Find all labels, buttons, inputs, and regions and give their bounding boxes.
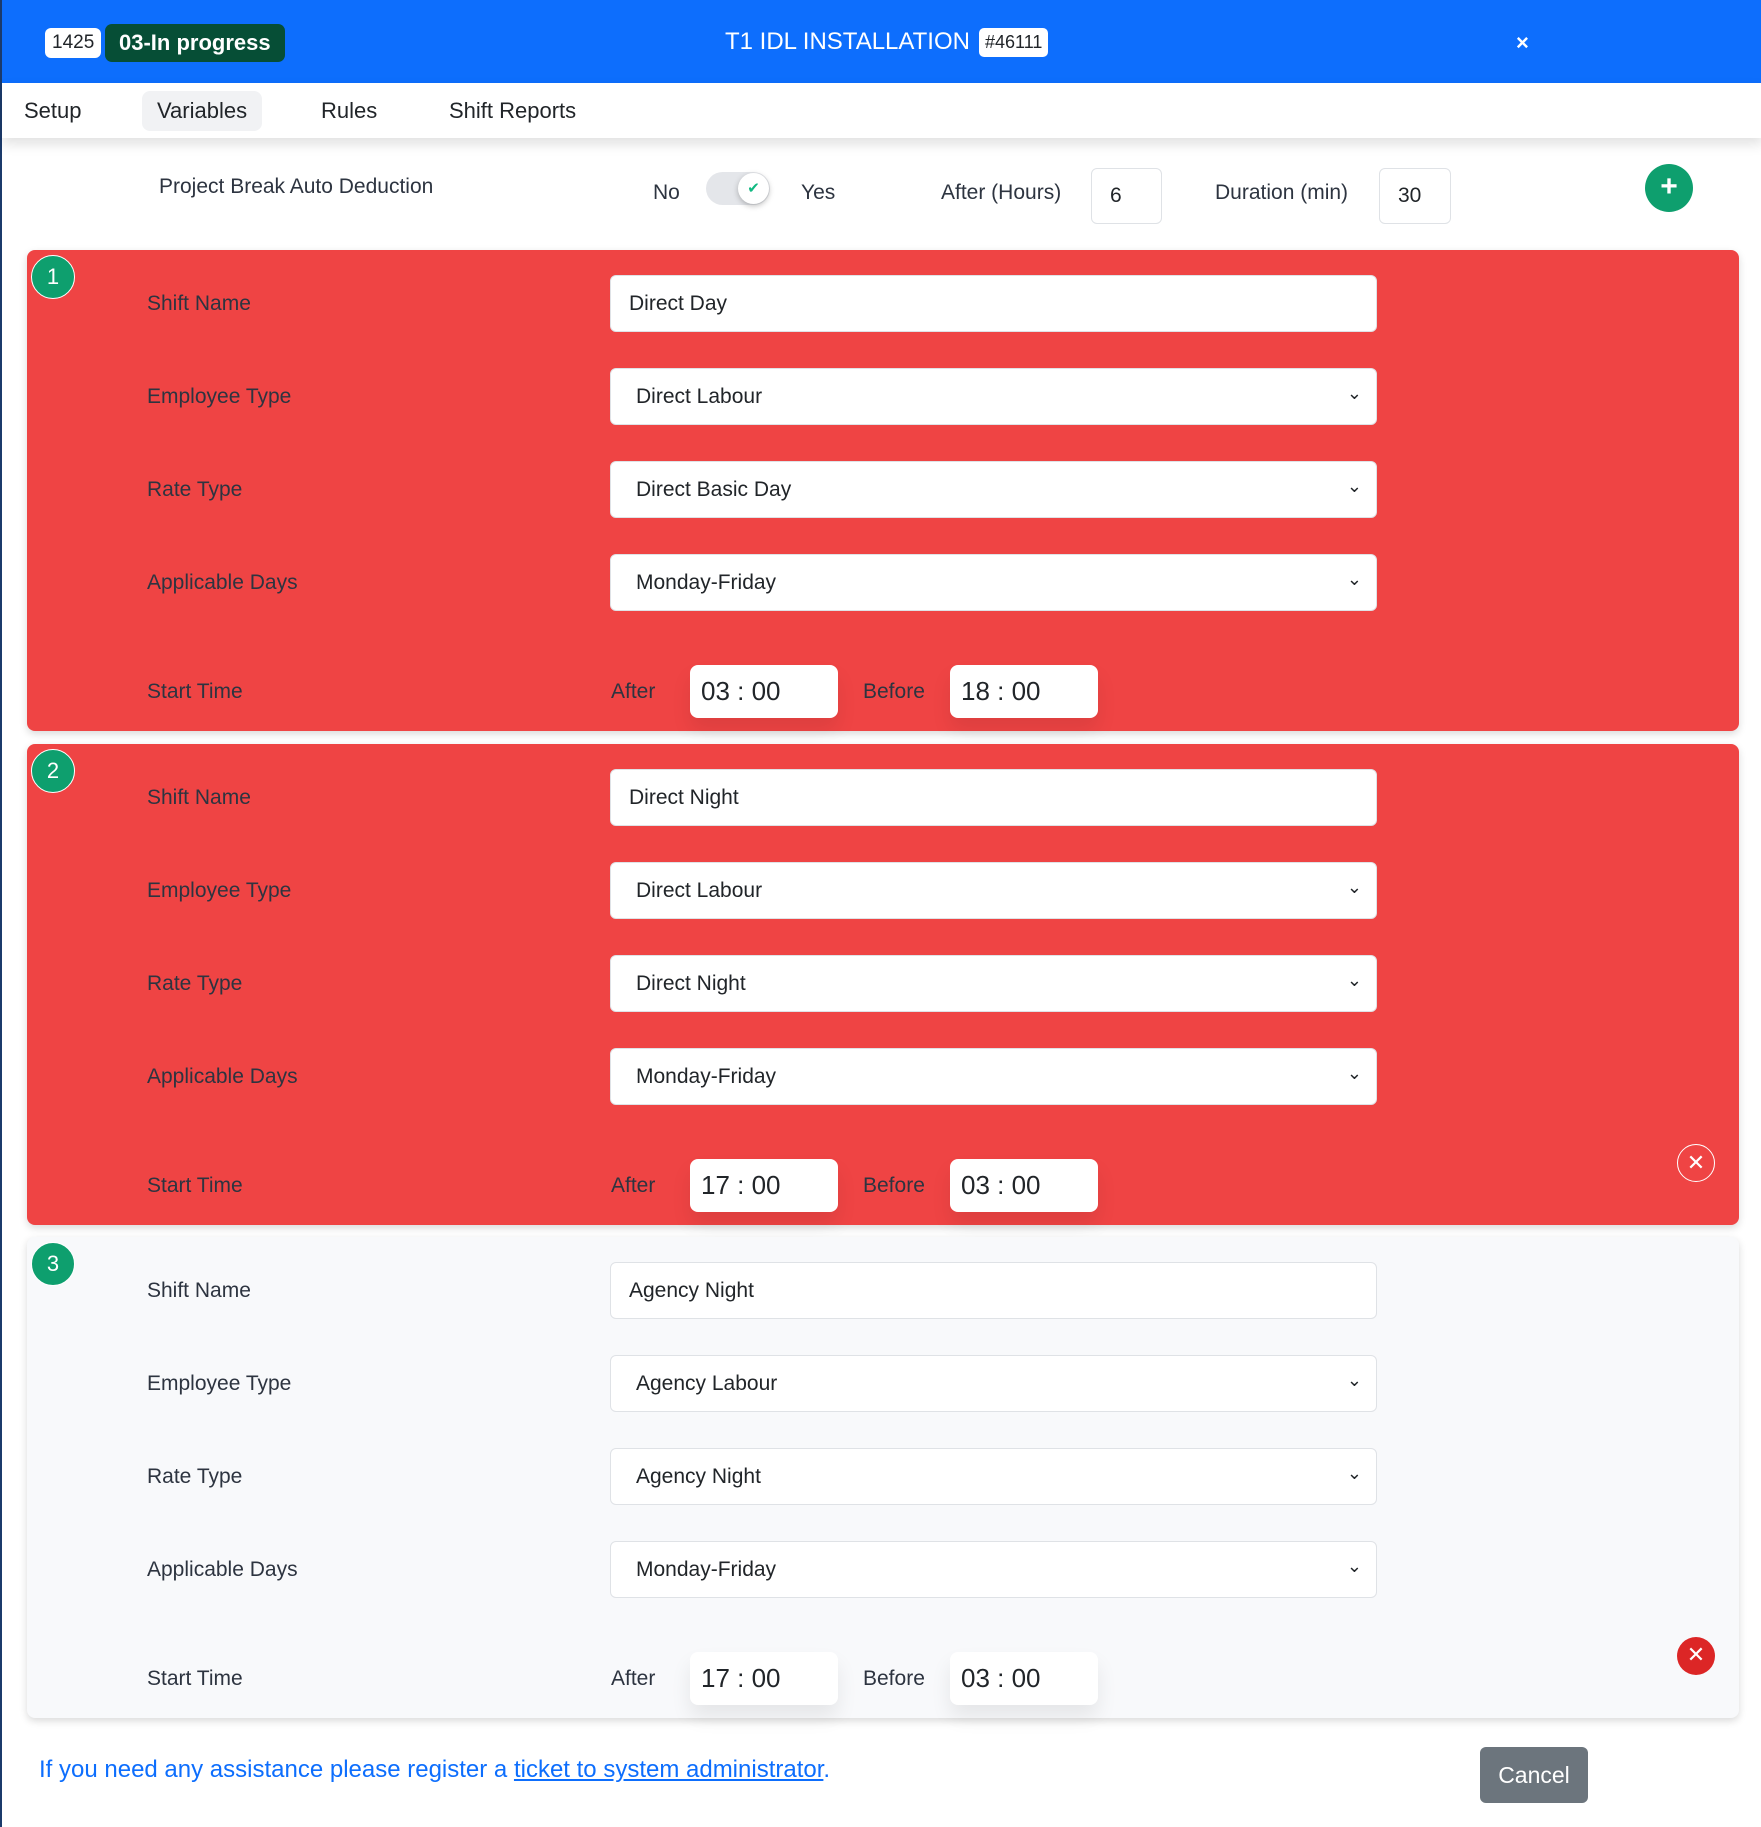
ticket-link[interactable]: ticket to system administrator xyxy=(514,1756,823,1783)
start-time-label: Start Time xyxy=(147,680,243,703)
header: 1425 03-In progress T1 IDL INSTALLATION … xyxy=(2,0,1761,83)
chevron-down-icon: ⌄ xyxy=(1346,569,1362,589)
selected-value: Monday-Friday xyxy=(636,1557,777,1581)
applicable-days-select[interactable]: Monday-Friday ⌄ xyxy=(610,1541,1377,1598)
shift-card: 1 Shift Name Direct Day Employee Type Di… xyxy=(27,250,1739,731)
page-title: T1 IDL INSTALLATION xyxy=(725,28,970,55)
selected-value: Agency Night xyxy=(636,1464,761,1488)
shift-number-badge: 1 xyxy=(31,255,75,299)
job-id-badge: 1425 xyxy=(45,28,102,58)
duration-input[interactable]: 30 xyxy=(1379,168,1451,224)
break-toggle[interactable]: ✔ xyxy=(706,172,770,205)
rate-type-select[interactable]: Direct Night ⌄ xyxy=(610,955,1377,1012)
after-time-input[interactable]: 03 : 00 xyxy=(690,665,838,718)
break-label: Project Break Auto Deduction xyxy=(159,175,434,198)
selected-value: Agency Labour xyxy=(636,1371,778,1395)
assistance-text: If you need any assistance please regist… xyxy=(39,1756,830,1784)
start-time-label: Start Time xyxy=(147,1174,243,1197)
shift-name-input[interactable]: Direct Day xyxy=(610,275,1377,332)
delete-shift-icon[interactable]: ✕ xyxy=(1677,1637,1715,1675)
before-time-input[interactable]: 18 : 00 xyxy=(950,665,1098,718)
toggle-no-label: No xyxy=(653,181,680,204)
rate-type-label: Rate Type xyxy=(147,972,243,995)
selected-value: Monday-Friday xyxy=(636,570,777,594)
after-time-input[interactable]: 17 : 00 xyxy=(690,1652,838,1705)
employee-type-label: Employee Type xyxy=(147,1372,292,1395)
shift-name-input[interactable]: Direct Night xyxy=(610,769,1377,826)
chevron-down-icon: ⌄ xyxy=(1346,1063,1362,1083)
add-shift-button[interactable]: + xyxy=(1645,164,1693,212)
shift-name-label: Shift Name xyxy=(147,292,251,315)
after-time-input[interactable]: 17 : 00 xyxy=(690,1159,838,1212)
before-label: Before xyxy=(863,1174,925,1197)
chevron-down-icon: ⌄ xyxy=(1346,1556,1362,1576)
shift-card: 3 Shift Name Agency Night Employee Type … xyxy=(27,1237,1739,1718)
selected-value: Monday-Friday xyxy=(636,1064,777,1088)
chevron-down-icon: ⌄ xyxy=(1346,1463,1362,1483)
employee-type-select[interactable]: Agency Labour ⌄ xyxy=(610,1355,1377,1412)
assistance-message: If you need any assistance please regist… xyxy=(39,1756,514,1783)
applicable-days-label: Applicable Days xyxy=(147,1558,298,1581)
status-badge: 03-In progress xyxy=(105,24,285,62)
chevron-down-icon: ⌄ xyxy=(1346,476,1362,496)
chevron-down-icon: ⌄ xyxy=(1346,877,1362,897)
rate-type-select[interactable]: Direct Basic Day ⌄ xyxy=(610,461,1377,518)
tab-shift-reports[interactable]: Shift Reports xyxy=(434,91,591,131)
applicable-days-label: Applicable Days xyxy=(147,571,298,594)
tab-variables[interactable]: Variables xyxy=(142,91,263,131)
tab-rules[interactable]: Rules xyxy=(306,91,392,131)
before-time-input[interactable]: 03 : 00 xyxy=(950,1159,1098,1212)
employee-type-label: Employee Type xyxy=(147,879,292,902)
shift-number-badge: 3 xyxy=(31,1242,75,1286)
chevron-down-icon: ⌄ xyxy=(1346,383,1362,403)
selected-value: Direct Labour xyxy=(636,878,763,902)
after-hours-input[interactable]: 6 xyxy=(1091,168,1162,224)
after-label: After xyxy=(611,1667,656,1690)
period: . xyxy=(823,1756,831,1783)
chevron-down-icon: ⌄ xyxy=(1346,970,1362,990)
check-icon: ✔ xyxy=(738,173,769,204)
employee-type-label: Employee Type xyxy=(147,385,292,408)
employee-type-select[interactable]: Direct Labour ⌄ xyxy=(610,368,1377,425)
shift-card: 2 Shift Name Direct Night Employee Type … xyxy=(27,744,1739,1225)
after-label: After xyxy=(611,680,656,703)
before-time-input[interactable]: 03 : 00 xyxy=(950,1652,1098,1705)
start-time-label: Start Time xyxy=(147,1667,243,1690)
rate-type-label: Rate Type xyxy=(147,1465,243,1488)
shift-number-badge: 2 xyxy=(31,749,75,793)
before-label: Before xyxy=(863,680,925,703)
selected-value: Direct Labour xyxy=(636,384,763,408)
employee-type-select[interactable]: Direct Labour ⌄ xyxy=(610,862,1377,919)
shift-name-label: Shift Name xyxy=(147,1279,251,1302)
chevron-down-icon: ⌄ xyxy=(1346,1370,1362,1390)
selected-value: Direct Night xyxy=(636,971,746,995)
cancel-button[interactable]: Cancel xyxy=(1480,1747,1588,1803)
tab-bar: Setup Variables Rules Shift Reports xyxy=(2,83,1761,138)
delete-shift-icon[interactable]: ✕ xyxy=(1677,1144,1715,1182)
job-number-badge: #46111 xyxy=(979,28,1049,57)
applicable-days-select[interactable]: Monday-Friday ⌄ xyxy=(610,554,1377,611)
after-label: After xyxy=(611,1174,656,1197)
toggle-yes-label: Yes xyxy=(801,181,836,204)
rate-type-label: Rate Type xyxy=(147,478,243,501)
close-icon[interactable]: × xyxy=(1516,30,1529,56)
shift-name-label: Shift Name xyxy=(147,786,251,809)
applicable-days-select[interactable]: Monday-Friday ⌄ xyxy=(610,1048,1377,1105)
tab-setup[interactable]: Setup xyxy=(9,91,97,131)
shift-name-input[interactable]: Agency Night xyxy=(610,1262,1377,1319)
after-hours-label: After (Hours) xyxy=(941,181,1062,204)
selected-value: Direct Basic Day xyxy=(636,477,792,501)
before-label: Before xyxy=(863,1667,925,1690)
applicable-days-label: Applicable Days xyxy=(147,1065,298,1088)
duration-label: Duration (min) xyxy=(1215,181,1349,204)
rate-type-select[interactable]: Agency Night ⌄ xyxy=(610,1448,1377,1505)
